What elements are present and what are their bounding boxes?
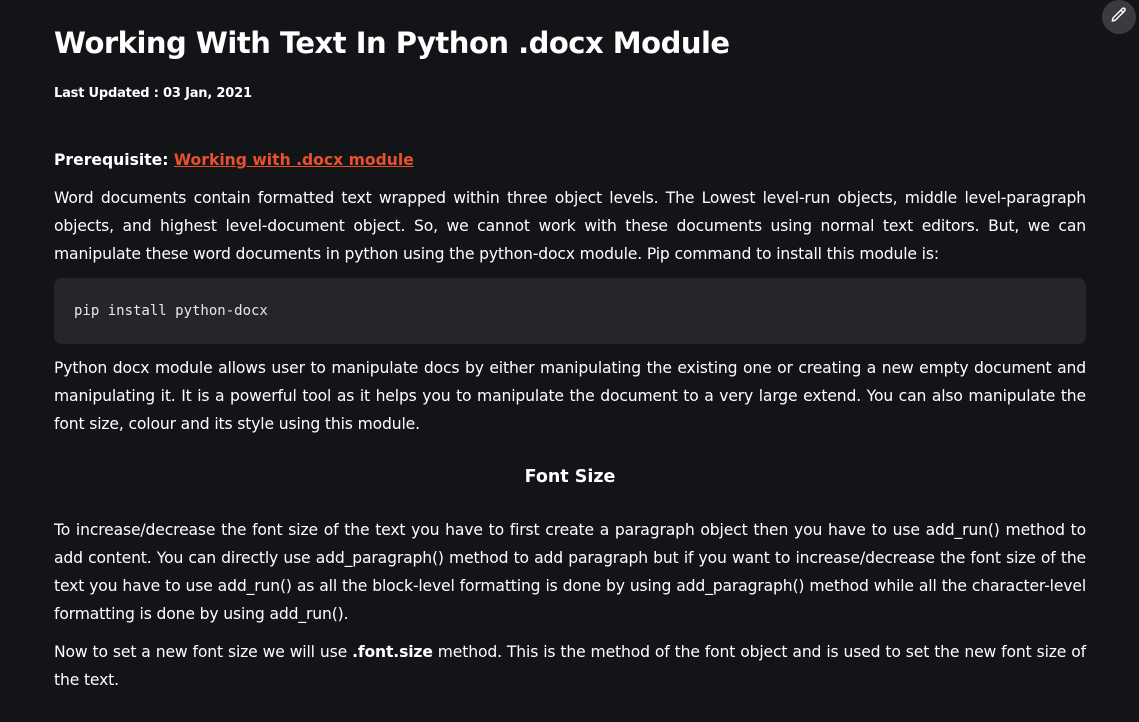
article-body: Prerequisite: Working with .docx module …: [54, 146, 1086, 694]
paragraph-font-size-method: Now to set a new font size we will use .…: [54, 638, 1086, 694]
edit-button[interactable]: [1102, 0, 1136, 34]
article-title: Working With Text In Python .docx Module: [54, 26, 730, 60]
prerequisite-link[interactable]: Working with .docx module: [174, 151, 414, 169]
prerequisite-label: Prerequisite:: [54, 151, 174, 169]
paragraph-font-size: To increase/decrease the font size of th…: [54, 521, 1086, 623]
font-size-keyword: .font.size: [352, 643, 433, 661]
last-updated: Last Updated : 03 Jan, 2021: [54, 86, 252, 101]
paragraph-docx-module: Python docx module allows user to manipu…: [54, 359, 1086, 433]
prerequisite-line: Prerequisite: Working with .docx module: [54, 146, 1086, 174]
section-heading: Font Size: [524, 467, 616, 487]
code-block: pip install python-docx: [54, 278, 1086, 344]
paragraph4-text-before: Now to set a new font size we will use: [54, 643, 353, 661]
code-text: pip install python-docx: [74, 303, 268, 319]
paragraph-intro: Word documents contain formatted text wr…: [54, 189, 1086, 263]
pencil-icon: [1110, 6, 1128, 28]
